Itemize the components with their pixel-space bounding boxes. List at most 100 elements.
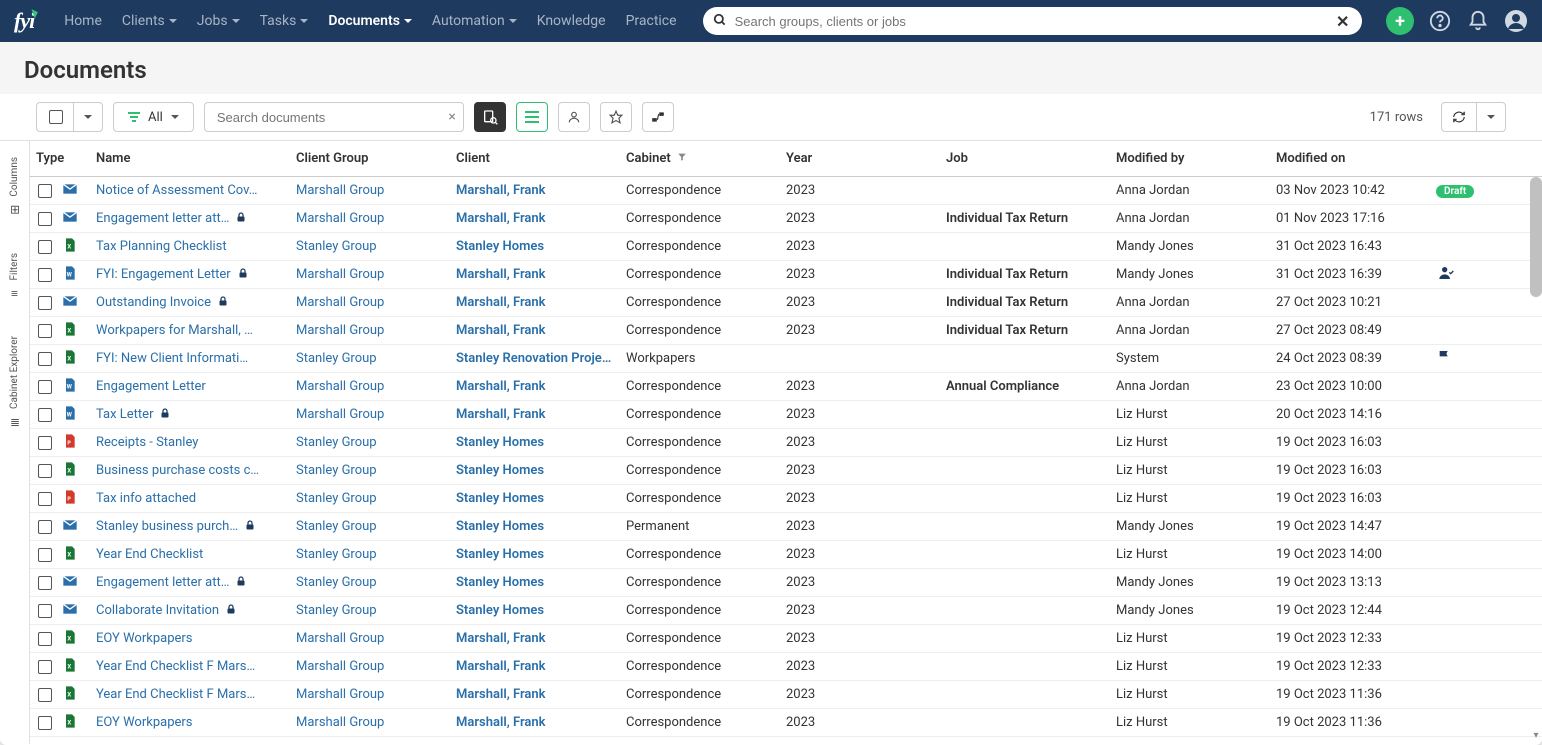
nav-knowledge[interactable]: Knowledge: [527, 7, 616, 35]
row-checkbox[interactable]: [38, 408, 52, 422]
global-search-input[interactable]: [703, 7, 1362, 35]
client[interactable]: Marshall, Frank: [456, 715, 626, 730]
row-checkbox[interactable]: [38, 380, 52, 394]
nav-documents[interactable]: Documents: [318, 7, 422, 35]
column-header[interactable]: Client: [456, 151, 626, 166]
doc-name[interactable]: Stanley business purch…: [96, 519, 238, 534]
doc-name[interactable]: Receipts - Stanley: [96, 435, 198, 450]
assignee-filter-button[interactable]: [558, 102, 590, 132]
row-checkbox[interactable]: [38, 660, 52, 674]
column-header[interactable]: Name: [96, 151, 296, 166]
client-group[interactable]: Stanley Group: [296, 351, 456, 366]
doc-name[interactable]: Tax Letter: [96, 407, 153, 422]
table-row[interactable]: WFYI: Engagement LetterMarshall GroupMar…: [30, 261, 1542, 289]
row-checkbox[interactable]: [38, 492, 52, 506]
client[interactable]: Marshall, Frank: [456, 295, 626, 310]
row-checkbox[interactable]: [38, 296, 52, 310]
doc-name[interactable]: Year End Checklist F Mars…: [96, 687, 255, 702]
table-row[interactable]: PReceipts - StanleyStanley GroupStanley …: [30, 429, 1542, 457]
doc-name[interactable]: Engagement Letter: [96, 379, 206, 394]
row-checkbox[interactable]: [38, 184, 52, 198]
document-search-input[interactable]: [204, 102, 464, 132]
nav-automation[interactable]: Automation: [422, 7, 527, 35]
row-checkbox[interactable]: [38, 212, 52, 226]
column-header[interactable]: Job: [946, 151, 1116, 166]
rail-filters[interactable]: ≡ Filters: [9, 247, 20, 307]
row-checkbox[interactable]: [38, 688, 52, 702]
client[interactable]: Stanley Homes: [456, 435, 626, 450]
client-group[interactable]: Stanley Group: [296, 575, 456, 590]
client[interactable]: Marshall, Frank: [456, 379, 626, 394]
client-group[interactable]: Stanley Group: [296, 463, 456, 478]
column-header[interactable]: Modified by: [1116, 151, 1276, 166]
table-row[interactable]: XYear End Checklist F Mars…Marshall Grou…: [30, 681, 1542, 709]
client-group[interactable]: Marshall Group: [296, 379, 456, 394]
table-row[interactable]: Outstanding Invoice Marshall GroupMarshal…: [30, 289, 1542, 317]
doc-name[interactable]: Business purchase costs c…: [96, 463, 259, 478]
doc-name[interactable]: Outstanding Invoice: [96, 295, 211, 310]
doc-name[interactable]: Workpapers for Marshall, …: [96, 323, 253, 338]
column-header[interactable]: Client Group: [296, 151, 456, 166]
client[interactable]: Marshall, Frank: [456, 659, 626, 674]
column-header[interactable]: Cabinet: [626, 151, 786, 166]
refresh-button[interactable]: [1442, 103, 1476, 131]
doc-name[interactable]: Tax info attached: [96, 491, 196, 506]
client-group[interactable]: Marshall Group: [296, 659, 456, 674]
client[interactable]: Stanley Homes: [456, 519, 626, 534]
filter-dropdown[interactable]: All: [113, 102, 194, 132]
row-checkbox[interactable]: [38, 436, 52, 450]
table-row[interactable]: PTax info attachedStanley GroupStanley H…: [30, 485, 1542, 513]
table-row[interactable]: XEOY WorkpapersMarshall GroupMarshall, F…: [30, 625, 1542, 653]
list-view-button[interactable]: [516, 102, 548, 132]
rail-cabinet-explorer[interactable]: ≣ Cabinet Explorer: [9, 330, 20, 435]
row-checkbox[interactable]: [38, 352, 52, 366]
table-row[interactable]: WEngagement LetterMarshall GroupMarshall…: [30, 373, 1542, 401]
client-group[interactable]: Marshall Group: [296, 715, 456, 730]
doc-name[interactable]: Tax Planning Checklist: [96, 239, 227, 254]
doc-name[interactable]: EOY Workpapers: [96, 631, 193, 646]
table-row[interactable]: Engagement letter att…Marshall GroupMars…: [30, 205, 1542, 233]
scroll-down-button[interactable]: ▾: [1530, 726, 1542, 744]
client-group[interactable]: Marshall Group: [296, 323, 456, 338]
client-group[interactable]: Stanley Group: [296, 239, 456, 254]
row-checkbox[interactable]: [38, 632, 52, 646]
table-row[interactable]: XYear End Checklist F Mars…Marshall Grou…: [30, 653, 1542, 681]
scrollbar-thumb[interactable]: [1530, 177, 1542, 297]
table-row[interactable]: Engagement letter att…Stanley GroupStanl…: [30, 569, 1542, 597]
client[interactable]: Marshall, Frank: [456, 323, 626, 338]
client[interactable]: Marshall, Frank: [456, 267, 626, 282]
table-row[interactable]: XFYI: New Client Informati…Stanley Group…: [30, 345, 1542, 373]
client[interactable]: Marshall, Frank: [456, 211, 626, 226]
client-group[interactable]: Marshall Group: [296, 631, 456, 646]
doc-name[interactable]: Engagement letter att…: [96, 211, 229, 226]
client[interactable]: Marshall, Frank: [456, 407, 626, 422]
row-checkbox[interactable]: [38, 464, 52, 478]
client-group[interactable]: Marshall Group: [296, 183, 456, 198]
select-all-dropdown[interactable]: [73, 103, 102, 131]
row-checkbox[interactable]: [38, 240, 52, 254]
client-group[interactable]: Stanley Group: [296, 491, 456, 506]
client[interactable]: Stanley Homes: [456, 239, 626, 254]
client[interactable]: Stanley Renovation Projects: [456, 351, 626, 366]
select-all-checkbox[interactable]: [37, 103, 73, 131]
favorite-filter-button[interactable]: [600, 102, 632, 132]
client-group[interactable]: Marshall Group: [296, 295, 456, 310]
doc-name[interactable]: FYI: Engagement Letter: [96, 267, 231, 282]
client-group[interactable]: Marshall Group: [296, 687, 456, 702]
table-row[interactable]: XBusiness purchase costs c…Stanley Group…: [30, 457, 1542, 485]
client-group[interactable]: Stanley Group: [296, 603, 456, 618]
nav-practice[interactable]: Practice: [616, 7, 687, 35]
table-row[interactable]: Stanley business purch… Stanley GroupStan…: [30, 513, 1542, 541]
table-row[interactable]: WTax LetterMarshall GroupMarshall, Frank…: [30, 401, 1542, 429]
doc-name[interactable]: Notice of Assessment Cov…: [96, 183, 257, 198]
column-header[interactable]: Year: [786, 151, 946, 166]
client-group[interactable]: Stanley Group: [296, 547, 456, 562]
table-row[interactable]: Notice of Assessment Cov…Marshall GroupM…: [30, 177, 1542, 205]
row-checkbox[interactable]: [38, 716, 52, 730]
client-group[interactable]: Stanley Group: [296, 519, 456, 534]
doc-name[interactable]: Year End Checklist: [96, 547, 203, 562]
clear-search-icon[interactable]: ✕: [1336, 12, 1352, 28]
clear-doc-search-icon[interactable]: ×: [448, 109, 455, 125]
client[interactable]: Stanley Homes: [456, 575, 626, 590]
client[interactable]: Marshall, Frank: [456, 687, 626, 702]
